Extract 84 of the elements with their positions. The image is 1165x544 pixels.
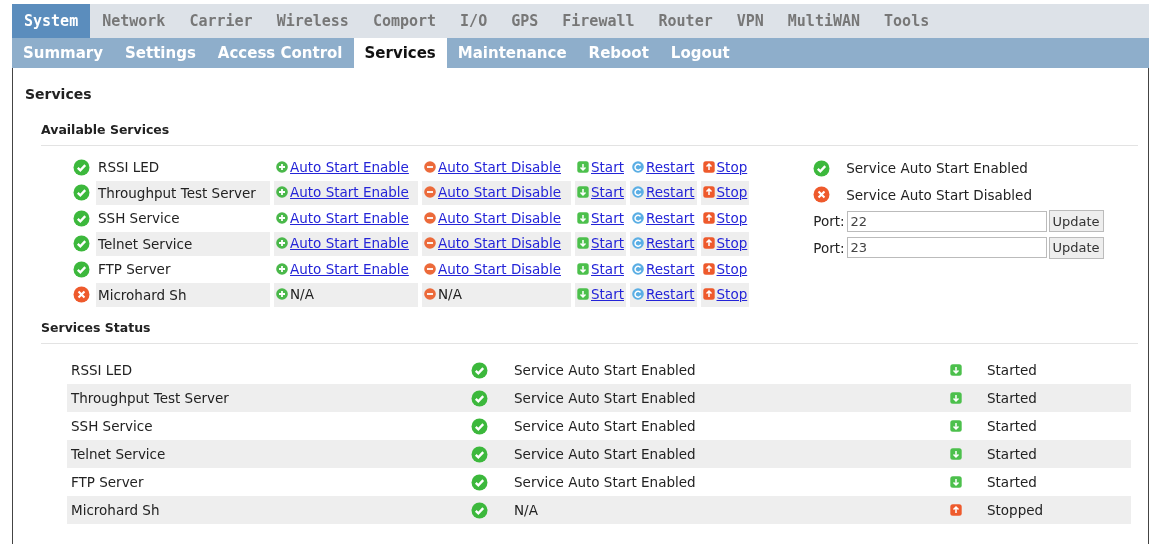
start-link[interactable]: Start [591,158,624,175]
restart-link[interactable]: Restart [646,158,695,175]
stop-icon [702,237,715,250]
enable-link[interactable]: Auto Start Enable [290,158,409,175]
minus-icon [424,186,436,199]
restart-link[interactable]: Restart [646,260,695,277]
service-name: Microhard Sh [67,496,471,524]
start-icon [577,186,589,199]
update-button[interactable]: Update [1048,236,1104,259]
plus-icon [276,262,288,275]
stop-icon [702,288,715,301]
start-link[interactable]: Start [591,260,624,277]
unavailable-text: N/A [290,286,314,303]
minus-icon [424,262,436,275]
plus-icon [276,186,288,199]
service-name: FTP Server [67,468,471,496]
service-name: SSH Service [97,209,181,229]
service-name: Throughput Test Server [67,384,471,412]
refresh-icon [632,288,644,301]
port-field[interactable]: 22 [846,210,1047,232]
minus-icon [424,211,436,224]
service-name: Telnet Service [96,231,270,256]
start-link[interactable]: Start [591,209,624,226]
refresh-icon [632,237,644,250]
start-icon [577,288,589,301]
service-name: FTP Server [97,260,172,280]
run-status: Started [987,356,1131,384]
service-name: SSH Service [67,412,471,440]
start-icon [577,160,589,173]
start-icon [577,262,589,275]
minus-icon [424,160,436,173]
port-field[interactable]: 23 [846,237,1047,259]
port-label: Port: [813,213,845,230]
disable-link[interactable]: Auto Start Disable [438,260,561,277]
section-title: Services Status [41,320,1138,344]
auto-start-status: Service Auto Start Enabled [514,468,950,496]
auto-start-status: N/A [514,496,950,524]
refresh-icon [632,186,644,199]
plus-icon [276,288,288,301]
legend-label: Service Auto Start Enabled [846,160,1028,177]
run-status: Started [987,384,1131,412]
refresh-icon [632,160,644,173]
enable-link[interactable]: Auto Start Enable [290,209,409,226]
restart-link[interactable]: Restart [646,209,695,226]
plus-icon [276,160,288,173]
run-status: Stopped [987,496,1131,524]
stop-icon [702,160,715,173]
auto-start-status: Service Auto Start Enabled [514,440,950,468]
plus-icon [276,237,288,250]
sub-tab[interactable]: Services [353,38,447,68]
enable-link[interactable]: Auto Start Enable [290,260,409,277]
service-name: RSSI LED [67,356,471,384]
stop-link[interactable]: Stop [716,260,748,277]
disable-link[interactable]: Auto Start Disable [438,158,561,175]
service-name: Telnet Service [67,440,471,468]
start-icon [577,237,589,250]
refresh-icon [632,262,644,275]
run-status: Started [987,440,1131,468]
service-name: RSSI LED [97,158,161,178]
stop-icon [702,211,715,224]
auto-start-status: Service Auto Start Enabled [514,412,950,440]
section-title: Available Services [41,122,1138,146]
port-label: Port: [813,239,845,256]
run-status: Started [987,412,1131,440]
update-button[interactable]: Update [1048,210,1104,233]
service-name: Throughput Test Server [96,180,270,205]
page-title: Services [25,85,93,102]
disable-link[interactable]: Auto Start Disable [438,209,561,226]
service-name: Microhard Sh [96,282,270,307]
plus-icon [276,211,288,224]
start-icon [577,211,589,224]
auto-start-status: Service Auto Start Enabled [514,384,950,412]
auto-start-status: Service Auto Start Enabled [514,356,950,384]
unavailable-text: N/A [438,286,462,303]
minus-icon [424,237,436,250]
nav-tab[interactable]: System [12,4,91,38]
legend-label: Service Auto Start Disabled [846,186,1032,203]
minus-icon [424,288,436,301]
run-status: Started [987,468,1131,496]
stop-icon [702,186,715,199]
stop-link[interactable]: Stop [716,158,748,175]
stop-icon [702,262,715,275]
refresh-icon [632,211,644,224]
stop-link[interactable]: Stop [716,209,748,226]
